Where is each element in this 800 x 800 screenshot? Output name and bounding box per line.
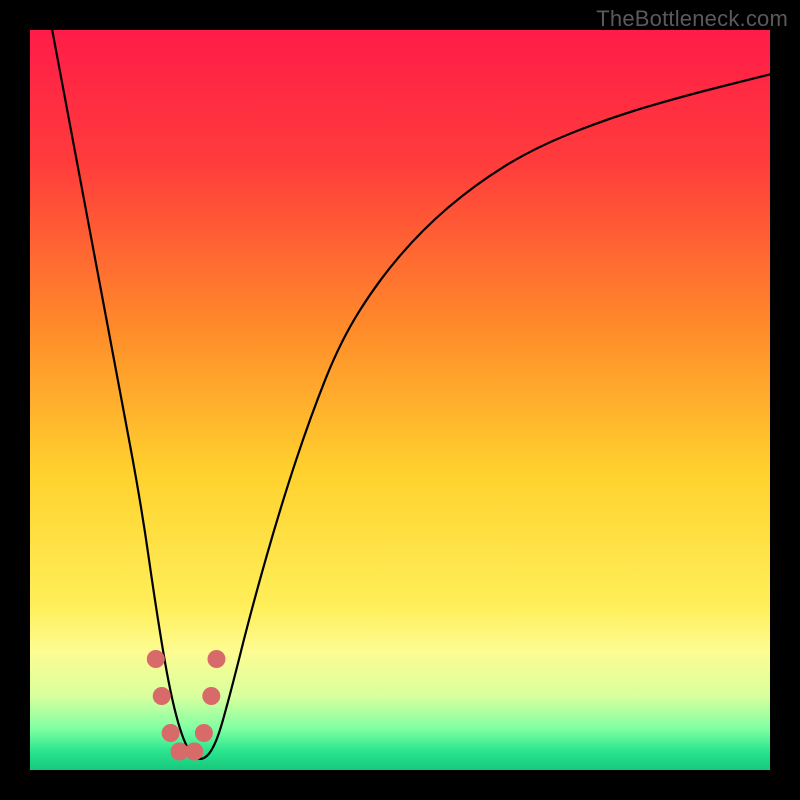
- highlight-dot: [162, 724, 180, 742]
- watermark-text: TheBottleneck.com: [596, 6, 788, 32]
- plot-area: [30, 30, 770, 770]
- chart-svg: [30, 30, 770, 770]
- highlight-dot: [207, 650, 225, 668]
- highlight-dot: [153, 687, 171, 705]
- gradient-background: [30, 30, 770, 770]
- chart-frame: TheBottleneck.com: [0, 0, 800, 800]
- highlight-dot: [195, 724, 213, 742]
- highlight-dot: [185, 743, 203, 761]
- highlight-dot: [202, 687, 220, 705]
- highlight-dot: [147, 650, 165, 668]
